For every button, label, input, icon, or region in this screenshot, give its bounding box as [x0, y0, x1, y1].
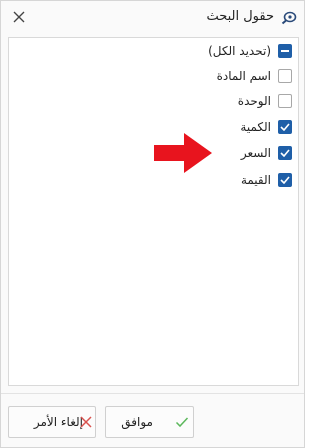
- search-settings-icon: [281, 11, 297, 25]
- dialog-title: حقول البحث: [206, 9, 274, 24]
- select-all-checkbox[interactable]: [278, 44, 292, 58]
- list-item-quantity[interactable]: الكمية: [240, 118, 292, 136]
- ok-button[interactable]: موافق: [105, 406, 194, 438]
- x-icon: [80, 416, 92, 428]
- cancel-button[interactable]: إلغاء الأمر: [8, 406, 96, 438]
- material-name-checkbox[interactable]: [278, 69, 292, 83]
- ok-button-label: موافق: [121, 415, 153, 429]
- close-icon[interactable]: [12, 10, 26, 24]
- list-item-label: الوحدة: [237, 94, 271, 108]
- list-item-select-all[interactable]: (تحديد الكل): [208, 42, 292, 60]
- list-item-label: (تحديد الكل): [208, 44, 271, 58]
- fields-list: (تحديد الكل) اسم المادة الوحدة الكمية ال…: [8, 37, 299, 386]
- red-arrow-icon: [154, 133, 212, 173]
- list-item-label: القيمة: [240, 173, 271, 187]
- list-item-value[interactable]: القيمة: [241, 171, 292, 189]
- list-item-label: اسم المادة: [216, 69, 271, 83]
- value-checkbox[interactable]: [278, 173, 292, 187]
- search-fields-dialog: حقول البحث (تحديد الكل) اسم المادة الوحد…: [0, 0, 305, 448]
- list-item-price[interactable]: السعر: [241, 144, 292, 162]
- check-icon: [175, 417, 189, 428]
- list-item-material-name[interactable]: اسم المادة: [217, 67, 292, 85]
- unit-checkbox[interactable]: [278, 94, 292, 108]
- cancel-button-label: إلغاء الأمر: [33, 415, 83, 429]
- footer-divider: [1, 393, 304, 394]
- quantity-checkbox[interactable]: [278, 120, 292, 134]
- list-item-label: الكمية: [240, 120, 271, 134]
- list-item-unit[interactable]: الوحدة: [238, 92, 292, 110]
- price-checkbox[interactable]: [278, 146, 292, 160]
- dialog-titlebar: حقول البحث: [1, 1, 304, 35]
- list-item-label: السعر: [240, 146, 271, 160]
